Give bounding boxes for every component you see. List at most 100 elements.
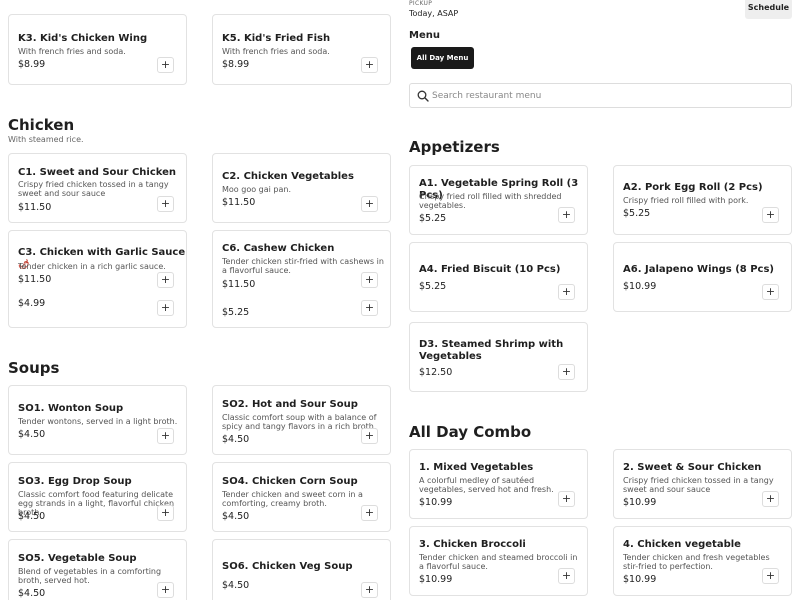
menu-item-card[interactable]: SO3. Egg Drop Soup Classic comfort food … — [8, 462, 187, 532]
add-button[interactable]: + — [157, 505, 174, 521]
tab-all-day-menu[interactable]: All Day Menu — [411, 47, 474, 69]
item-price: $10.99 — [419, 574, 453, 585]
item-price: $10.99 — [419, 497, 453, 508]
add-button[interactable]: + — [157, 428, 174, 444]
item-name: SO6. Chicken Veg Soup — [222, 561, 353, 572]
item-price: $12.50 — [419, 367, 453, 378]
item-description: Tender chicken in a rich garlic sauce. — [18, 262, 166, 271]
item-price: $11.50 — [18, 274, 52, 285]
item-description: Tender wontons, served in a light broth. — [18, 417, 178, 426]
menu-item-card[interactable]: C1. Sweet and Sour Chicken Crispy fried … — [8, 153, 187, 223]
item-price: $4.50 — [18, 588, 46, 599]
item-price: $5.25 — [623, 208, 651, 219]
item-description: With french fries and soda. — [222, 47, 330, 56]
item-name: C2. Chicken Vegetables — [222, 171, 354, 182]
add-button[interactable]: + — [361, 582, 378, 598]
item-name: A2. Pork Egg Roll (2 Pcs) — [623, 182, 763, 193]
menu-item-card[interactable]: SO6. Chicken Veg Soup $4.50 + — [212, 539, 391, 600]
menu-item-card[interactable]: K5. Kid's Fried Fish With french fries a… — [212, 14, 391, 85]
item-name: 3. Chicken Broccoli — [419, 539, 526, 550]
add-button[interactable]: + — [157, 196, 174, 212]
menu-item-card[interactable]: C6. Cashew Chicken Tender chicken stir-f… — [212, 230, 391, 328]
item-name: SO4. Chicken Corn Soup — [222, 476, 358, 487]
menu-item-card[interactable]: C2. Chicken Vegetables Moo goo gai pan. … — [212, 153, 391, 223]
item-price: $11.50 — [18, 202, 52, 213]
add-button[interactable]: + — [558, 284, 575, 300]
add-button[interactable]: + — [361, 428, 378, 444]
item-price: $10.99 — [623, 574, 657, 585]
add-button[interactable]: + — [762, 207, 779, 223]
item-price: $11.50 — [222, 279, 256, 290]
item-price: $11.50 — [222, 197, 256, 208]
menu-item-card[interactable]: SO5. Vegetable Soup Blend of vegetables … — [8, 539, 187, 600]
menu-item-card[interactable]: A1. Vegetable Spring Roll (3 Pcs) Crispy… — [409, 165, 588, 235]
search-box[interactable] — [409, 83, 792, 108]
add-button[interactable]: + — [361, 196, 378, 212]
item-name: K3. Kid's Chicken Wing — [18, 33, 148, 44]
item-description: Crispy fried chicken tossed in a tangy s… — [18, 180, 169, 198]
add-button[interactable]: + — [558, 491, 575, 507]
item-name: K5. Kid's Fried Fish — [222, 33, 331, 44]
item-description: Crispy fried roll filled with pork. — [623, 196, 749, 205]
item-name: C6. Cashew Chicken — [222, 243, 335, 254]
add-button[interactable]: + — [762, 491, 779, 507]
add-button[interactable]: + — [558, 364, 575, 380]
item-price: $5.25 — [419, 281, 447, 292]
add-button[interactable]: + — [762, 568, 779, 584]
add-button[interactable]: + — [157, 272, 174, 288]
item-price: $10.99 — [623, 281, 657, 292]
add-button[interactable]: + — [558, 207, 575, 223]
menu-item-card[interactable]: SO1. Wonton Soup Tender wontons, served … — [8, 385, 187, 455]
item-name: A4. Fried Biscuit (10 Pcs) — [419, 264, 561, 275]
item-price: $8.99 — [222, 59, 250, 70]
item-price: $5.25 — [222, 307, 250, 318]
item-name: 1. Mixed Vegetables — [419, 462, 534, 473]
add-button[interactable]: + — [157, 582, 174, 598]
menu-item-card[interactable]: 4. Chicken vegetable Tender chicken and … — [613, 526, 792, 596]
item-name: SO1. Wonton Soup — [18, 403, 124, 414]
pickup-time[interactable]: Today, ASAP — [409, 9, 458, 18]
menu-item-card[interactable]: SO4. Chicken Corn Soup Tender chicken an… — [212, 462, 391, 532]
item-name: 4. Chicken vegetable — [623, 539, 741, 550]
add-button[interactable]: + — [361, 505, 378, 521]
menu-item-card[interactable]: A2. Pork Egg Roll (2 Pcs) Crispy fried r… — [613, 165, 792, 235]
section-title-combo: All Day Combo — [409, 423, 532, 441]
add-button[interactable]: + — [361, 272, 378, 288]
add-button[interactable]: + — [762, 284, 779, 300]
item-price: $4.50 — [18, 429, 46, 440]
menu-item-card[interactable]: A4. Fried Biscuit (10 Pcs) $5.25 + — [409, 242, 588, 312]
menu-item-card[interactable]: 1. Mixed Vegetables A colorful medley of… — [409, 449, 588, 519]
menu-item-card[interactable]: 2. Sweet & Sour Chicken Crispy fried chi… — [613, 449, 792, 519]
item-price: $5.25 — [419, 213, 447, 224]
item-name: SO5. Vegetable Soup — [18, 553, 137, 564]
add-button[interactable]: + — [361, 57, 378, 73]
search-input[interactable] — [432, 87, 782, 105]
pickup-label: PICKUP — [409, 0, 433, 7]
menu-title: Menu — [409, 30, 440, 41]
section-subtitle-chicken: With steamed rice. — [8, 135, 84, 144]
add-button[interactable]: + — [558, 568, 575, 584]
item-name: 2. Sweet & Sour Chicken — [623, 462, 762, 473]
item-name: A6. Jalapeno Wings (8 Pcs) — [623, 264, 774, 275]
add-button[interactable]: + — [361, 300, 378, 316]
item-description: With french fries and soda. — [18, 47, 126, 56]
item-name: SO2. Hot and Sour Soup — [222, 399, 358, 410]
menu-item-card[interactable]: 3. Chicken Broccoli Tender chicken and s… — [409, 526, 588, 596]
item-name: SO3. Egg Drop Soup — [18, 476, 132, 487]
menu-item-card[interactable]: K3. Kid's Chicken Wing With french fries… — [8, 14, 187, 85]
item-price: $4.50 — [18, 511, 46, 522]
add-button[interactable]: + — [157, 57, 174, 73]
section-title-soups: Soups — [8, 359, 60, 377]
item-price: $8.99 — [18, 59, 46, 70]
add-button[interactable]: + — [157, 300, 174, 316]
search-icon — [417, 90, 429, 102]
section-title-chicken: Chicken — [8, 116, 75, 134]
schedule-button[interactable]: Schedule — [745, 0, 792, 19]
section-title-appetizers: Appetizers — [409, 138, 500, 156]
item-price: $4.50 — [222, 511, 250, 522]
menu-item-card[interactable]: C3. Chicken with Garlic Sauce 🌶 Tender c… — [8, 230, 187, 328]
menu-item-card[interactable]: D3. Steamed Shrimp with Vegetables $12.5… — [409, 322, 588, 392]
menu-item-card[interactable]: A6. Jalapeno Wings (8 Pcs) $10.99 + — [613, 242, 792, 312]
item-name: D3. Steamed Shrimp with Vegetables — [419, 339, 564, 362]
menu-item-card[interactable]: SO2. Hot and Sour Soup Classic comfort s… — [212, 385, 391, 455]
